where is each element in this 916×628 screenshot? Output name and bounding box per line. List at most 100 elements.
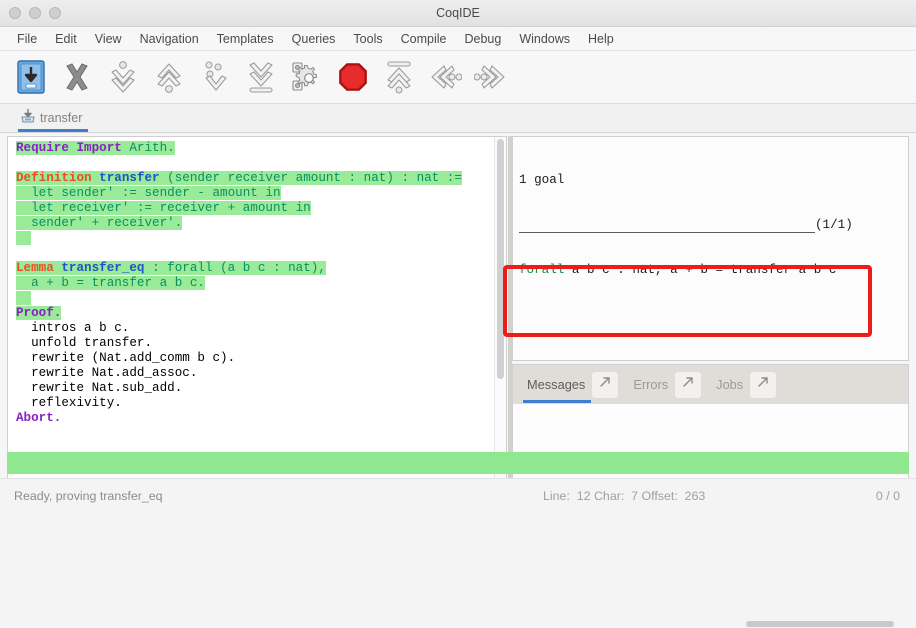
go-to-cursor-button[interactable]	[192, 55, 237, 99]
code-line: intros a b c.	[16, 321, 506, 336]
menu-debug[interactable]: Debug	[455, 30, 510, 48]
save-button[interactable]	[8, 55, 53, 99]
code-line: reflexivity.	[16, 396, 506, 411]
code-token: transfer_eq	[61, 261, 153, 275]
goal-forall-keyword: forall	[519, 263, 565, 277]
code-token: rewrite Nat.sub_add.	[16, 381, 183, 395]
code-line: sender' + receiver'.	[16, 216, 506, 231]
script-editor-text[interactable]: Require Import Arith. Definition transfe…	[8, 137, 506, 426]
compile-button[interactable]	[284, 55, 329, 99]
status-message: Ready, proving transfer_eq	[14, 489, 163, 503]
code-token: let receiver' := receiver + amount in	[16, 201, 311, 215]
compile-gears-icon	[291, 60, 323, 94]
messages-panel-text	[513, 404, 908, 416]
menu-windows[interactable]: Windows	[510, 30, 579, 48]
code-token	[16, 231, 32, 245]
go-to-end-button[interactable]	[238, 55, 283, 99]
tab-jobs[interactable]: Jobs	[712, 365, 781, 405]
tab-messages-active-indicator	[523, 399, 592, 403]
script-editor-scroll-thumb[interactable]	[497, 139, 504, 379]
detach-arrow-icon	[598, 375, 612, 394]
menu-compile[interactable]: Compile	[392, 30, 456, 48]
goal-separator-row: (1/1)	[519, 218, 908, 233]
coqide-window: CoqIDE File Edit View Navigation Templat…	[0, 0, 916, 628]
detach-messages-button[interactable]	[591, 370, 620, 399]
backward-one-icon	[154, 60, 184, 94]
save-document-icon	[20, 108, 36, 129]
code-line: rewrite Nat.add_assoc.	[16, 366, 506, 381]
minimize-window-button[interactable]	[29, 7, 41, 19]
document-tab-active-indicator	[18, 129, 89, 132]
previous-occurrence-button[interactable]	[422, 55, 467, 99]
restart-icon	[384, 60, 414, 94]
detach-arrow-icon	[681, 375, 695, 394]
statusbar: Ready, proving transfer_eq Line: 12 Char…	[0, 478, 916, 628]
window-controls	[0, 7, 61, 19]
code-token: reflexivity.	[16, 396, 122, 410]
code-line: Abort.	[16, 411, 506, 426]
detach-errors-button[interactable]	[674, 370, 703, 399]
tab-errors-label: Errors	[633, 377, 669, 392]
document-tab-transfer[interactable]: transfer	[16, 104, 90, 132]
close-x-icon	[61, 61, 93, 93]
goal-statement-body: a b c : nat, a + b = transfer a b c	[564, 263, 837, 277]
menu-queries[interactable]: Queries	[283, 30, 345, 48]
proof-progress-bar	[7, 452, 909, 474]
go-to-end-icon	[246, 60, 276, 94]
go-to-cursor-icon	[200, 60, 230, 94]
cursor-position: Line: 12 Char: 7 Offset: 263	[543, 489, 706, 503]
code-token: transfer	[99, 171, 168, 185]
code-line: let receiver' := receiver + amount in	[16, 201, 506, 216]
restart-button[interactable]	[376, 55, 421, 99]
document-tab-label: transfer	[40, 111, 83, 125]
next-occurrence-icon	[473, 62, 508, 92]
code-token: unfold transfer.	[16, 336, 153, 350]
code-line: Proof.	[16, 306, 506, 321]
previous-occurrence-icon	[428, 62, 462, 92]
code-line: a + b = transfer a b c.	[16, 276, 506, 291]
menu-view[interactable]: View	[86, 30, 131, 48]
detach-jobs-button[interactable]	[749, 370, 778, 399]
code-line	[16, 291, 506, 306]
interrupt-button[interactable]	[330, 55, 375, 99]
code-line: rewrite Nat.sub_add.	[16, 381, 506, 396]
window-titlebar: CoqIDE	[0, 0, 916, 27]
window-horizontal-scrollbar[interactable]	[0, 619, 916, 628]
code-token: sender' + receiver'.	[16, 216, 183, 230]
maximize-window-button[interactable]	[49, 7, 61, 19]
code-token: (sender receiver amount : nat) : nat :=	[167, 171, 462, 185]
code-token: let sender' := sender - amount in	[16, 186, 281, 200]
close-window-button[interactable]	[9, 7, 21, 19]
forward-one-button[interactable]	[100, 55, 145, 99]
code-token: Lemma	[16, 261, 62, 275]
menu-help[interactable]: Help	[579, 30, 623, 48]
goal-count-header: 1 goal	[519, 173, 565, 187]
code-line: Definition transfer (sender receiver amo…	[16, 171, 506, 186]
menu-navigation[interactable]: Navigation	[131, 30, 208, 48]
code-token: a + b = transfer a b c.	[16, 276, 205, 290]
code-token	[16, 291, 32, 305]
forward-one-icon	[108, 60, 138, 94]
goal-panel[interactable]: 1 goal (1/1) forall a b c : nat, a + b =…	[512, 136, 909, 361]
code-token: Definition	[16, 171, 100, 185]
menu-file[interactable]: File	[8, 30, 46, 48]
menu-edit[interactable]: Edit	[46, 30, 86, 48]
code-token: intros a b c.	[16, 321, 130, 335]
menu-tools[interactable]: Tools	[344, 30, 391, 48]
stop-icon	[338, 62, 368, 92]
next-occurrence-button[interactable]	[468, 55, 513, 99]
backward-one-button[interactable]	[146, 55, 191, 99]
code-line: unfold transfer.	[16, 336, 506, 351]
job-counter: 0 / 0	[875, 489, 900, 503]
tab-messages[interactable]: Messages	[523, 365, 623, 405]
menu-templates[interactable]: Templates	[208, 30, 283, 48]
code-token: Abort.	[16, 411, 62, 425]
close-button[interactable]	[54, 55, 99, 99]
code-line: rewrite (Nat.add_comm b c).	[16, 351, 506, 366]
code-token: Require Import	[16, 141, 130, 155]
tab-errors[interactable]: Errors	[629, 365, 706, 405]
window-horizontal-scroll-thumb[interactable]	[746, 621, 894, 627]
window-title: CoqIDE	[436, 6, 480, 20]
goal-statement: forall a b c : nat, a + b = transfer a b…	[519, 263, 908, 278]
